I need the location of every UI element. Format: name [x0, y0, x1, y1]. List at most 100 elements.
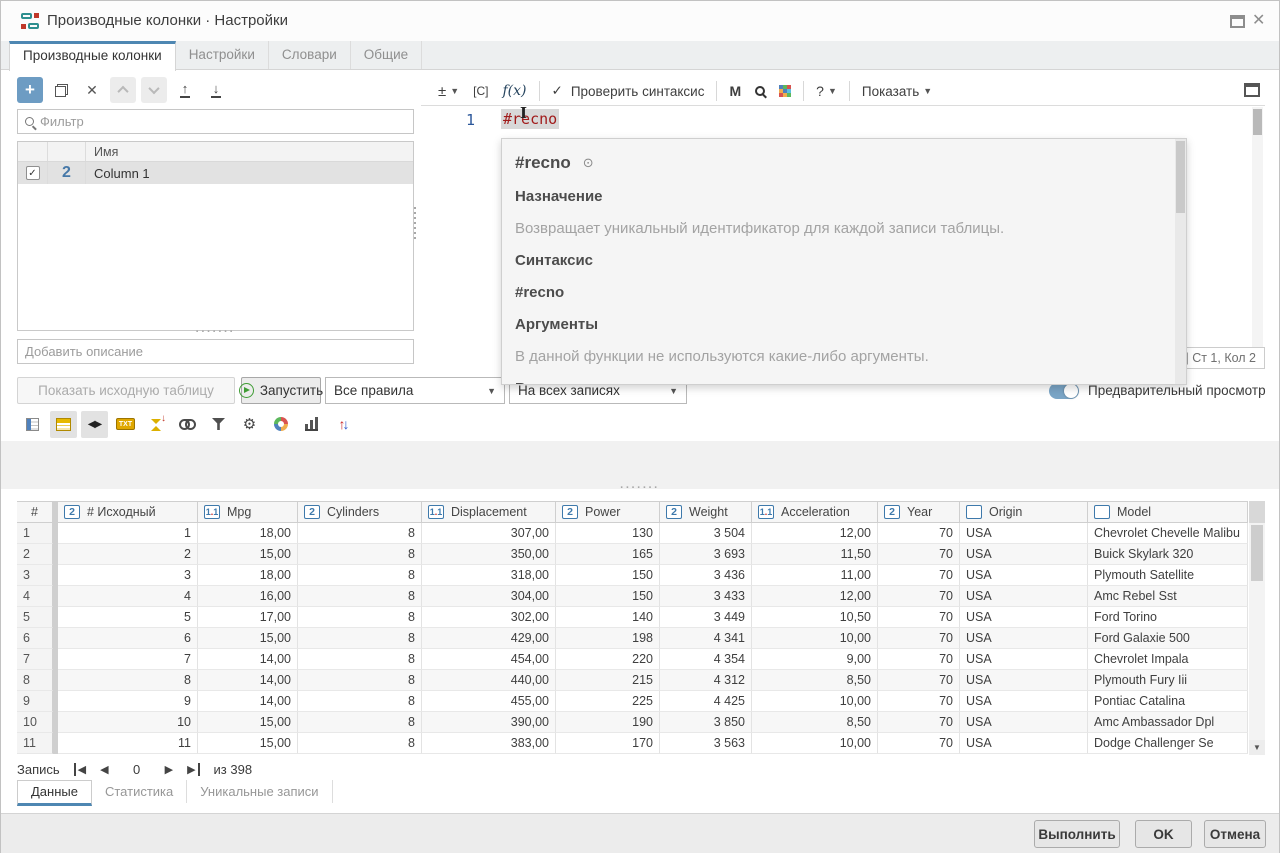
settings-icon[interactable]: ⚙: [236, 411, 263, 438]
table-scrollbar-thumb[interactable]: [1251, 525, 1263, 581]
import-columns-button[interactable]: ↓: [203, 77, 229, 103]
table-cell: 18,00: [198, 523, 298, 544]
close-window-icon[interactable]: ✕: [1252, 10, 1265, 30]
column-header-3[interactable]: 2Cylinders: [298, 501, 422, 523]
real-type-icon: 1.1: [758, 505, 774, 519]
tab-0[interactable]: Производные колонки: [9, 41, 176, 71]
chart-icon[interactable]: [298, 411, 325, 438]
column-header-9[interactable]: Origin: [960, 501, 1088, 523]
table-cell: Pontiac Catalina: [1088, 691, 1248, 712]
preview-toggle-label: Предварительный просмотр: [1088, 383, 1266, 398]
column-header-6[interactable]: 2Weight: [660, 501, 752, 523]
ok-button[interactable]: OK: [1135, 820, 1192, 848]
insert-operator-button[interactable]: ±▼: [431, 78, 466, 104]
maximize-window-icon[interactable]: [1230, 15, 1245, 28]
table-row[interactable]: 8814,008440,002154 3128,5070USAPlymouth …: [17, 670, 1248, 691]
row-headers-icon[interactable]: [19, 411, 46, 438]
text-view-icon[interactable]: TXT: [112, 411, 139, 438]
row-number-cell: 10: [17, 712, 53, 733]
run-button[interactable]: Запустить: [241, 377, 321, 404]
table-row[interactable]: 5517,008302,001403 44910,5070USAFord Tor…: [17, 607, 1248, 628]
popup-scrollbar[interactable]: [1175, 139, 1186, 384]
insert-function-button[interactable]: f(x): [496, 78, 534, 104]
move-up-button[interactable]: [110, 77, 136, 103]
expand-editor-button[interactable]: [1244, 83, 1260, 97]
table-row[interactable]: 3318,008318,001503 43611,0070USAPlymouth…: [17, 565, 1248, 586]
column-header-5[interactable]: 2Power: [556, 501, 660, 523]
insert-column-button[interactable]: [C]: [466, 78, 495, 104]
export-data-icon[interactable]: ↓: [143, 411, 170, 438]
duplicate-column-button[interactable]: [48, 77, 74, 103]
table-cell: 215: [556, 670, 660, 691]
column-header-4[interactable]: 1.1Displacement: [422, 501, 556, 523]
find-icon[interactable]: [174, 411, 201, 438]
bottom-tab-2[interactable]: Уникальные записи: [187, 780, 332, 803]
next-record-button[interactable]: ▶: [165, 763, 173, 776]
tab-3[interactable]: Общие: [351, 41, 422, 69]
fit-columns-icon[interactable]: ◀▶: [81, 411, 108, 438]
column-header-2[interactable]: 1.1Mpg: [198, 501, 298, 523]
table-cell: 70: [878, 607, 960, 628]
editor-scrollbar[interactable]: [1252, 107, 1263, 357]
format-colors-icon[interactable]: [267, 411, 294, 438]
table-scrollbar[interactable]: ▼: [1249, 501, 1265, 755]
column-header-7[interactable]: 1.1Acceleration: [752, 501, 878, 523]
editor-scrollbar-thumb[interactable]: [1253, 109, 1262, 135]
highlight-button[interactable]: [772, 78, 798, 104]
help-button[interactable]: ?▼: [809, 78, 844, 104]
column-enabled-checkbox[interactable]: ✓: [26, 166, 40, 180]
execute-button[interactable]: Выполнить: [1034, 820, 1120, 848]
table-row[interactable]: 4416,008304,001503 43312,0070USAAmc Rebe…: [17, 586, 1248, 607]
table-view-icon[interactable]: [50, 411, 77, 438]
table-row[interactable]: 7714,008454,002204 3549,0070USAChevrolet…: [17, 649, 1248, 670]
splitter-handle[interactable]: [414, 207, 416, 239]
table-row[interactable]: 111115,008383,001703 56310,0070USADodge …: [17, 733, 1248, 754]
first-record-button[interactable]: ◀: [74, 763, 86, 776]
popup-scrollbar-thumb[interactable]: [1176, 141, 1185, 213]
table-row[interactable]: 6615,008429,001984 34110,0070USAFord Gal…: [17, 628, 1248, 649]
tab-2[interactable]: Словари: [269, 41, 351, 69]
column-header-1[interactable]: 2# Исходный: [58, 501, 198, 523]
filter-icon[interactable]: [205, 411, 232, 438]
bottom-tab-1[interactable]: Статистика: [92, 780, 187, 803]
filter-input[interactable]: Фильтр: [17, 109, 414, 134]
cancel-button[interactable]: Отмена: [1204, 820, 1266, 848]
show-source-table-button[interactable]: Показать исходную таблицу: [17, 377, 235, 404]
last-record-button[interactable]: ▶: [187, 763, 199, 776]
record-navigation: Запись ◀ ◀ 0 ▶ ▶ из 398: [17, 758, 252, 780]
bottom-tab-0[interactable]: Данные: [17, 780, 92, 806]
table-row[interactable]: 2215,008350,001653 69311,5070USABuick Sk…: [17, 544, 1248, 565]
description-input[interactable]: Добавить описание: [17, 339, 414, 364]
columns-list-header: Имя: [18, 142, 413, 162]
table-row[interactable]: 101015,008390,001903 8508,5070USAAmc Amb…: [17, 712, 1248, 733]
eye-icon[interactable]: ⊙: [583, 145, 594, 181]
row-number-cell: 3: [17, 565, 53, 586]
table-row[interactable]: 9914,008455,002254 42510,0070USAPontiac …: [17, 691, 1248, 712]
table-row[interactable]: 1118,008307,001303 50412,0070USAChevrole…: [17, 523, 1248, 544]
rules-select[interactable]: Все правила▼: [325, 377, 505, 404]
column-header-0[interactable]: #: [17, 501, 53, 523]
table-cell: USA: [960, 712, 1088, 733]
panel-resize-handle[interactable]: ·······: [17, 326, 414, 338]
table-cell: 17,00: [198, 607, 298, 628]
table-cell: 10,00: [752, 733, 878, 754]
scroll-down-arrow-icon[interactable]: ▼: [1249, 740, 1265, 755]
table-cell: Chevrolet Impala: [1088, 649, 1248, 670]
prev-record-button[interactable]: ◀: [100, 763, 108, 776]
column-header-8[interactable]: 2Year: [878, 501, 960, 523]
editor-code-line[interactable]: #recno: [501, 110, 559, 128]
delete-column-button[interactable]: ✕: [79, 77, 105, 103]
zoom-button[interactable]: [748, 78, 772, 104]
sort-icon[interactable]: ↑↓: [329, 411, 356, 438]
column-list-item[interactable]: ✓ 2 Column 1: [18, 162, 413, 184]
column-header-10[interactable]: Model: [1088, 501, 1248, 523]
tab-1[interactable]: Настройки: [176, 41, 269, 69]
table-resize-handle[interactable]: ·······: [1, 482, 1279, 494]
add-column-button[interactable]: +: [17, 77, 43, 103]
export-columns-button[interactable]: ↑: [172, 77, 198, 103]
macro-button[interactable]: M: [722, 78, 748, 104]
show-menu-button[interactable]: Показать▼: [855, 78, 939, 104]
record-number-value[interactable]: 0: [123, 762, 151, 777]
check-syntax-button[interactable]: ✓Проверить синтаксис: [545, 78, 712, 104]
move-down-button[interactable]: [141, 77, 167, 103]
